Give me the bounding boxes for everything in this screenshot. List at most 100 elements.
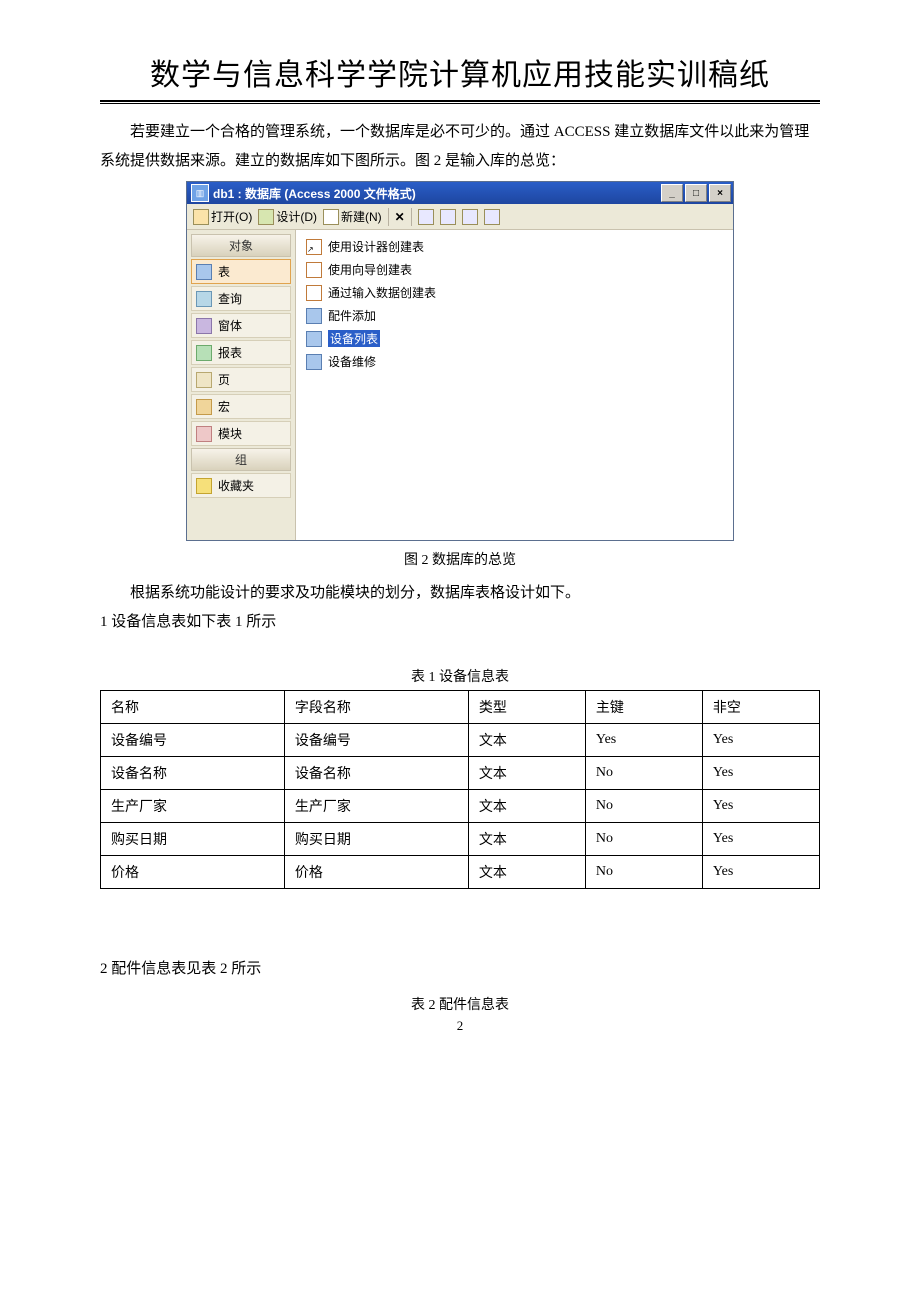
list-item-label: 设备列表 bbox=[328, 330, 380, 347]
design-button[interactable]: 设计(D) bbox=[256, 207, 319, 226]
table-header: 非空 bbox=[702, 691, 819, 724]
new-label: 新建(N) bbox=[341, 208, 382, 225]
table-cell: No bbox=[585, 757, 702, 790]
toolbar: 打开(O) 设计(D) 新建(N) ✕ bbox=[187, 204, 733, 230]
window-titlebar[interactable]: ▥ db1 : 数据库 (Access 2000 文件格式) _ □ × bbox=[187, 182, 733, 204]
table-header: 主键 bbox=[585, 691, 702, 724]
table-equipment-info: 名称 字段名称 类型 主键 非空 设备编号 设备编号 文本 Yes Yes 设备… bbox=[100, 690, 820, 889]
view-list-icon[interactable] bbox=[460, 208, 480, 226]
paragraph-intro: 若要建立一个合格的管理系统，一个数据库是必不可少的。通过 ACCESS 建立数据… bbox=[100, 118, 820, 175]
objects-item-tables[interactable]: 表 bbox=[191, 259, 291, 284]
table-icon bbox=[306, 331, 322, 347]
table-icon bbox=[306, 308, 322, 324]
paragraph-table2-intro: 2 配件信息表见表 2 所示 bbox=[100, 955, 820, 984]
list-item-create-datainput[interactable]: 通过输入数据创建表 bbox=[304, 282, 725, 303]
table2-caption: 表 2 配件信息表 bbox=[100, 994, 820, 1014]
list-item-create-designer[interactable]: ↗ 使用设计器创建表 bbox=[304, 236, 725, 257]
objects-item-reports[interactable]: 报表 bbox=[191, 340, 291, 365]
list-item-create-wizard[interactable]: 使用向导创建表 bbox=[304, 259, 725, 280]
table-cell: Yes bbox=[702, 856, 819, 889]
view-large-icon[interactable] bbox=[416, 208, 436, 226]
report-icon bbox=[196, 345, 212, 361]
groups-header: 组 bbox=[191, 448, 291, 471]
list-panel: ↗ 使用设计器创建表 使用向导创建表 通过输入数据创建表 配件添加 bbox=[296, 230, 733, 540]
objects-item-label: 查询 bbox=[218, 290, 242, 307]
design-icon bbox=[258, 209, 274, 225]
table-cell: Yes bbox=[702, 790, 819, 823]
page-icon bbox=[196, 372, 212, 388]
table-row: 生产厂家 生产厂家 文本 No Yes bbox=[101, 790, 820, 823]
figure-access-window: ▥ db1 : 数据库 (Access 2000 文件格式) _ □ × 打开(… bbox=[100, 181, 820, 541]
table-header: 类型 bbox=[468, 691, 585, 724]
table-row: 购买日期 购买日期 文本 No Yes bbox=[101, 823, 820, 856]
table-cell: 生产厂家 bbox=[101, 790, 285, 823]
objects-item-pages[interactable]: 页 bbox=[191, 367, 291, 392]
database-icon: ▥ bbox=[191, 184, 209, 202]
new-button[interactable]: 新建(N) bbox=[321, 207, 384, 226]
table-cell: 设备编号 bbox=[284, 724, 468, 757]
paragraph-table1-intro: 1 设备信息表如下表 1 所示 bbox=[100, 608, 820, 637]
table-header: 名称 bbox=[101, 691, 285, 724]
figure-caption: 图 2 数据库的总览 bbox=[100, 549, 820, 569]
table-cell: 设备名称 bbox=[284, 757, 468, 790]
table-cell: No bbox=[585, 823, 702, 856]
page-number: 2 bbox=[100, 1018, 820, 1034]
list-item-label: 通过输入数据创建表 bbox=[328, 284, 436, 301]
view-details-icon[interactable] bbox=[482, 208, 502, 226]
new-icon bbox=[323, 209, 339, 225]
objects-panel: 对象 表 查询 窗体 报表 bbox=[187, 230, 296, 540]
page-title: 数学与信息科学学院计算机应用技能实训稿纸 bbox=[100, 50, 820, 94]
objects-header: 对象 bbox=[191, 234, 291, 257]
shortcut-icon bbox=[306, 285, 322, 301]
table-row: 设备编号 设备编号 文本 Yes Yes bbox=[101, 724, 820, 757]
table-cell: 价格 bbox=[101, 856, 285, 889]
table-cell: 购买日期 bbox=[101, 823, 285, 856]
table-row: 设备名称 设备名称 文本 No Yes bbox=[101, 757, 820, 790]
open-button[interactable]: 打开(O) bbox=[191, 207, 254, 226]
open-icon bbox=[193, 209, 209, 225]
list-item-equipment-list[interactable]: 设备列表 bbox=[304, 328, 725, 349]
table-cell: 文本 bbox=[468, 790, 585, 823]
table-cell: 生产厂家 bbox=[284, 790, 468, 823]
list-item-equipment-repair[interactable]: 设备维修 bbox=[304, 351, 725, 372]
divider bbox=[100, 103, 820, 104]
list-item-parts-add[interactable]: 配件添加 bbox=[304, 305, 725, 326]
delete-button[interactable]: ✕ bbox=[393, 209, 407, 225]
maximize-button[interactable]: □ bbox=[685, 184, 707, 202]
table-cell: 文本 bbox=[468, 757, 585, 790]
view-small-icon[interactable] bbox=[438, 208, 458, 226]
table-cell: 文本 bbox=[468, 856, 585, 889]
objects-item-modules[interactable]: 模块 bbox=[191, 421, 291, 446]
table-cell: 价格 bbox=[284, 856, 468, 889]
table1-caption: 表 1 设备信息表 bbox=[100, 666, 820, 686]
minimize-button[interactable]: _ bbox=[661, 184, 683, 202]
table-cell: No bbox=[585, 856, 702, 889]
objects-item-forms[interactable]: 窗体 bbox=[191, 313, 291, 338]
open-label: 打开(O) bbox=[211, 208, 252, 225]
divider bbox=[100, 100, 820, 102]
table-header: 字段名称 bbox=[284, 691, 468, 724]
separator bbox=[411, 208, 412, 226]
table-cell: 文本 bbox=[468, 724, 585, 757]
objects-item-queries[interactable]: 查询 bbox=[191, 286, 291, 311]
table-row: 名称 字段名称 类型 主键 非空 bbox=[101, 691, 820, 724]
favorites-icon bbox=[196, 478, 212, 494]
list-item-label: 使用向导创建表 bbox=[328, 261, 412, 278]
shortcut-icon bbox=[306, 262, 322, 278]
list-item-label: 设备维修 bbox=[328, 353, 376, 370]
table-cell: 文本 bbox=[468, 823, 585, 856]
macro-icon bbox=[196, 399, 212, 415]
design-label: 设计(D) bbox=[276, 208, 317, 225]
list-item-label: 使用设计器创建表 bbox=[328, 238, 424, 255]
objects-item-label: 窗体 bbox=[218, 317, 242, 334]
table-icon bbox=[196, 264, 212, 280]
table-cell: 设备名称 bbox=[101, 757, 285, 790]
close-button[interactable]: × bbox=[709, 184, 731, 202]
objects-item-macros[interactable]: 宏 bbox=[191, 394, 291, 419]
objects-item-label: 报表 bbox=[218, 344, 242, 361]
objects-item-label: 收藏夹 bbox=[218, 477, 254, 494]
objects-item-favorites[interactable]: 收藏夹 bbox=[191, 473, 291, 498]
table-cell: 购买日期 bbox=[284, 823, 468, 856]
table-row: 价格 价格 文本 No Yes bbox=[101, 856, 820, 889]
table-cell: Yes bbox=[702, 757, 819, 790]
